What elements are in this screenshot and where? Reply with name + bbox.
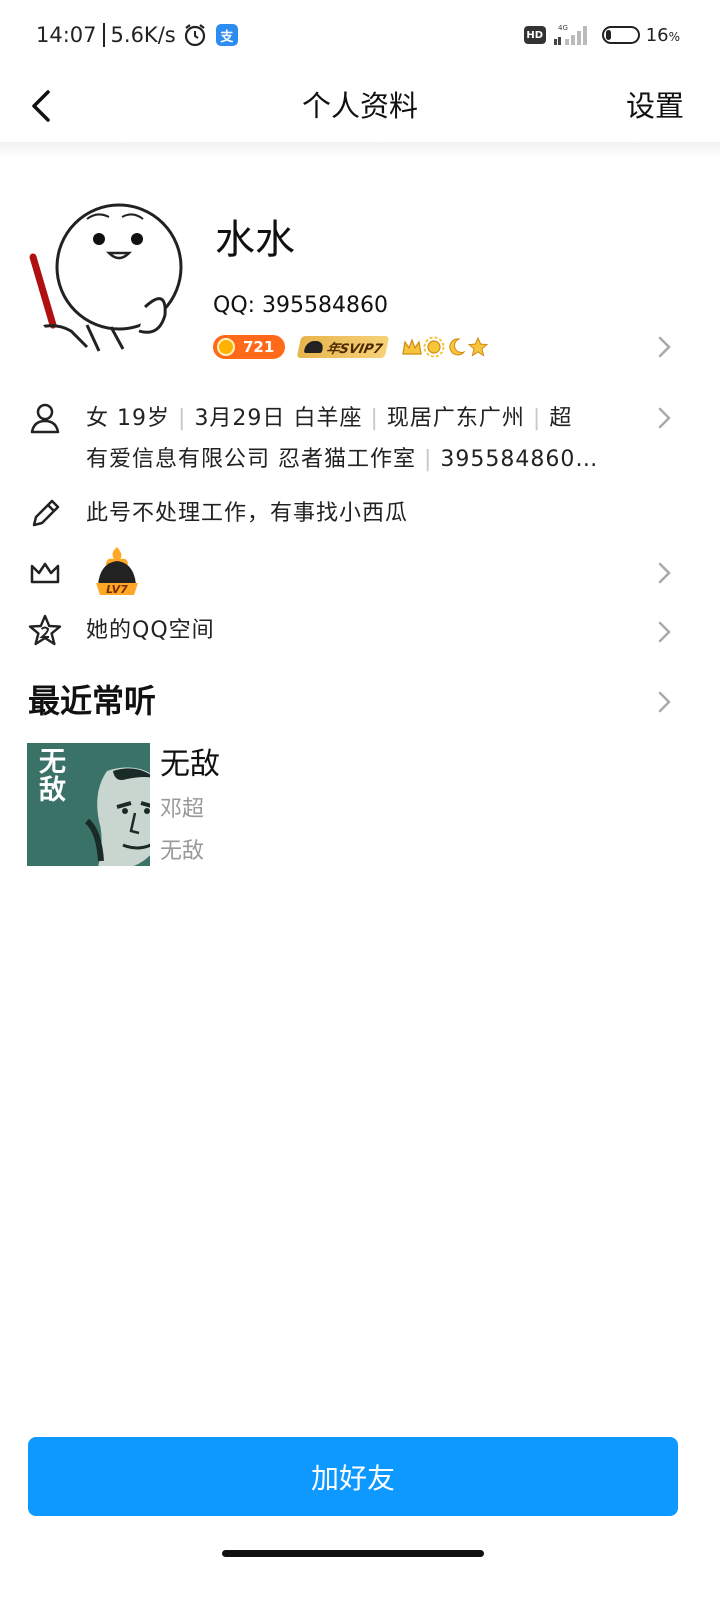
pencil-icon [32, 499, 60, 527]
chevron-right-icon[interactable] [654, 405, 674, 431]
badges-row[interactable]: 721 年SVIP7 [213, 333, 489, 361]
extra-info: 395584860… [440, 447, 599, 472]
signature: 此号不处理工作，有事找小西瓜 [86, 501, 409, 526]
section-title-recent-music: 最近常听 [28, 682, 157, 720]
status-time: 14:07 [36, 23, 97, 47]
song-title[interactable]: 无敌 [160, 744, 220, 786]
battery-icon [601, 26, 640, 44]
svip-hat-icon [303, 341, 325, 353]
divider: | [424, 447, 433, 472]
moon-level-icon [449, 338, 466, 356]
svip-badge: 年SVIP7 [296, 336, 390, 358]
chevron-right-icon[interactable] [654, 619, 674, 645]
avatar[interactable] [27, 197, 187, 357]
company-start: 超 [549, 406, 573, 431]
coin-icon [217, 338, 235, 356]
crown-level-icon [402, 338, 422, 355]
album-cover[interactable]: 无敌 [27, 743, 150, 866]
battery-fill [605, 30, 611, 40]
svg-text:4G: 4G [558, 24, 568, 32]
svip-label: 年SVIP7 [324, 341, 385, 357]
star-level-icon [467, 336, 489, 357]
add-friend-button[interactable]: 加好友 [28, 1437, 678, 1516]
alipay-app-icon: 支 [215, 24, 238, 46]
sun-level-icon [423, 336, 445, 358]
alarm-icon [184, 24, 205, 47]
song-album: 无敌 [160, 839, 205, 864]
coin-count: 721 [243, 338, 275, 356]
status-bar: 14:07 5.6K/s 支 HD 4G 16% [0, 0, 720, 70]
age: 19岁 [117, 406, 171, 431]
cover-title-text: 无敌 [39, 747, 66, 806]
chevron-right-icon[interactable] [654, 689, 674, 715]
location: 现居广东广州 [386, 406, 525, 431]
song-artist: 邓超 [160, 797, 205, 822]
avatar-image [29, 203, 183, 352]
signal-icon: 4G [553, 24, 587, 45]
status-right: HD 4G 16% [523, 20, 680, 50]
status-left: 14:07 5.6K/s 支 [36, 20, 238, 50]
basic-info-line1: 女 19岁 | 3月29日 白羊座 | 现居广东广州 | 超 [86, 398, 634, 439]
divider: | [532, 406, 542, 431]
qzone-star-icon [28, 614, 62, 646]
svip-level-badge[interactable]: LV7 [94, 545, 140, 599]
basic-info-line2: 有爱信息有限公司 忍者猫工作室 | 395584860… [86, 439, 634, 480]
qzone-link[interactable]: 她的QQ空间 [86, 612, 215, 650]
divider: | [370, 406, 379, 431]
nickname: 水水 [215, 217, 295, 263]
page-title: 个人资料 [301, 89, 418, 123]
coin-badge: 721 [213, 335, 285, 359]
cover-portrait [84, 767, 150, 866]
svg-text:LV7: LV7 [106, 583, 128, 596]
birthday: 3月29日 [194, 406, 286, 431]
crown-icon [30, 562, 60, 584]
chevron-right-icon[interactable] [654, 560, 674, 586]
hd-icon: HD [523, 26, 546, 44]
status-divider [102, 23, 105, 47]
company: 有爱信息有限公司 忍者猫工作室 [86, 447, 416, 472]
nav-bar: 个人资料 设置 [0, 70, 720, 142]
battery-percent: 16% [645, 24, 680, 46]
settings-button[interactable]: 设置 [626, 82, 684, 130]
gender: 女 [86, 406, 110, 431]
chevron-right-icon[interactable] [654, 334, 674, 360]
zodiac: 白羊座 [293, 406, 363, 431]
status-net-speed: 5.6K/s [110, 23, 176, 47]
nav-divider [0, 142, 720, 158]
qq-level-icons [401, 336, 489, 358]
divider: | [178, 406, 187, 431]
qq-number: QQ: 395584860 [213, 293, 389, 318]
person-icon [30, 403, 60, 434]
basic-info[interactable]: 女 19岁 | 3月29日 白羊座 | 现居广东广州 | 超 有爱信息有限公司 忍者猫工作室… [86, 398, 634, 480]
home-indicator[interactable] [222, 1550, 484, 1557]
